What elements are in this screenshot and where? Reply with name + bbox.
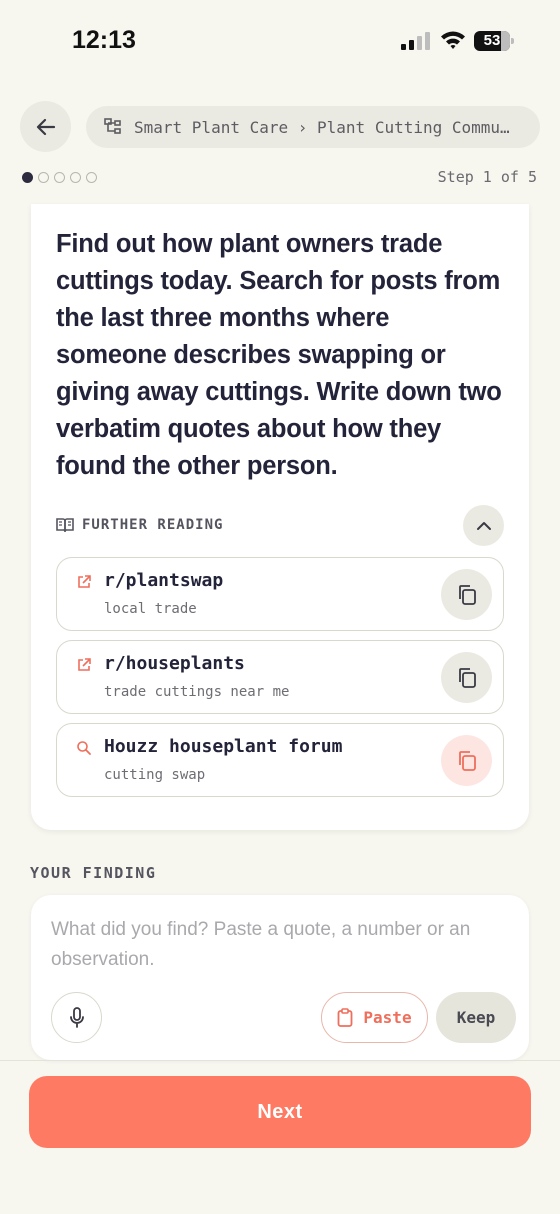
finding-card: Paste Keep — [31, 895, 529, 1060]
resource-subtitle: local trade — [104, 601, 197, 617]
microphone-button[interactable] — [51, 992, 102, 1043]
resource-title: r/plantswap — [104, 570, 224, 591]
resource-subtitle: trade cuttings near me — [104, 684, 290, 700]
task-instructions: Find out how plant owners trade cuttings… — [56, 230, 502, 480]
resource-title: r/houseplants — [104, 653, 245, 674]
battery-icon: 53 — [474, 31, 514, 51]
copy-button[interactable] — [441, 652, 492, 703]
step-dot-2 — [38, 172, 49, 183]
paste-label: Paste — [363, 1008, 412, 1027]
further-reading-label: FURTHER READING — [82, 517, 224, 533]
copy-icon — [458, 750, 476, 771]
wifi-icon — [441, 31, 465, 49]
external-link-icon — [78, 575, 91, 588]
status-time: 12:13 — [72, 26, 136, 54]
hierarchy-icon — [104, 118, 121, 134]
resource-title: Houzz houseplant forum — [104, 736, 343, 757]
paste-button[interactable]: Paste — [321, 992, 428, 1043]
back-button[interactable] — [20, 101, 71, 152]
collapse-reading-button[interactable] — [463, 505, 504, 546]
external-link-icon — [78, 658, 91, 671]
step-dot-4 — [70, 172, 81, 183]
copy-icon — [458, 667, 476, 688]
step-dot-3 — [54, 172, 65, 183]
copy-button[interactable] — [441, 569, 492, 620]
chevron-up-icon — [476, 521, 491, 530]
footer-divider — [0, 1060, 560, 1061]
search-icon — [77, 741, 91, 755]
clipboard-icon — [338, 1008, 353, 1027]
step-progress-dots — [22, 172, 97, 183]
step-dot-1 — [22, 172, 33, 183]
task-card: Find out how plant owners trade cuttings… — [31, 204, 529, 830]
step-label: Step 1 of 5 — [437, 168, 537, 186]
battery-level: 53 — [483, 32, 501, 49]
next-button[interactable]: Next — [29, 1076, 531, 1148]
finding-input[interactable] — [51, 915, 511, 979]
keep-button[interactable]: Keep — [436, 992, 516, 1043]
arrow-left-icon — [36, 118, 55, 135]
resource-houseplants[interactable]: r/houseplants trade cuttings near me — [56, 640, 504, 714]
copy-icon — [458, 584, 476, 605]
breadcrumb-path: Smart Plant Care › Plant Cutting Commu… — [134, 117, 510, 137]
resource-houzz-forum[interactable]: Houzz houseplant forum cutting swap — [56, 723, 504, 797]
breadcrumb[interactable]: Smart Plant Care › Plant Cutting Commu… — [86, 106, 540, 148]
status-bar: 12:13 53 — [0, 0, 560, 80]
copy-button[interactable] — [441, 735, 492, 786]
finding-label: YOUR FINDING — [30, 864, 157, 882]
resource-subtitle: cutting swap — [104, 767, 206, 783]
microphone-icon — [69, 1006, 84, 1028]
cellular-signal-icon — [401, 32, 430, 50]
further-reading-header: FURTHER READING — [56, 517, 223, 533]
book-icon — [56, 518, 74, 532]
step-dot-5 — [86, 172, 97, 183]
resource-plantswap[interactable]: r/plantswap local trade — [56, 557, 504, 631]
